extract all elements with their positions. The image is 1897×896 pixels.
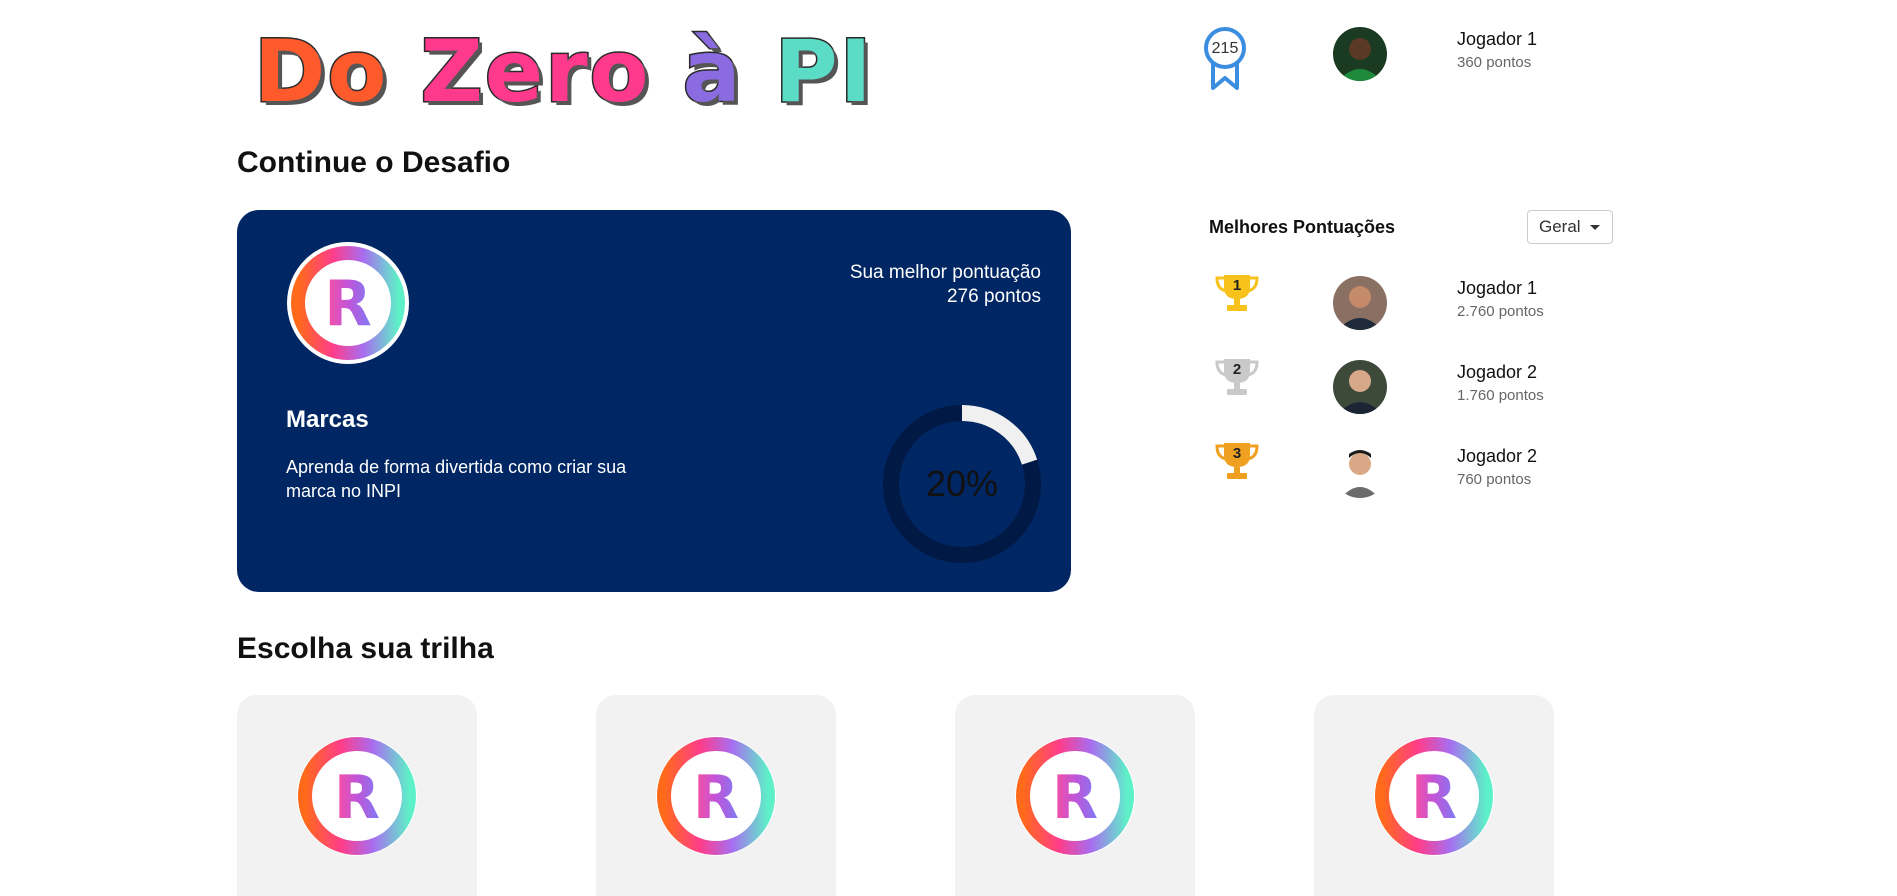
ranking-player-points: 1.760 pontos xyxy=(1457,387,1544,404)
ranking-player-name: Jogador 2 xyxy=(1457,362,1538,382)
best-score-label: Sua melhor pontuação xyxy=(849,262,1041,283)
continue-section-title: Continue o Desafio xyxy=(237,146,511,179)
registered-trademark-icon: R xyxy=(296,735,418,857)
logo-word-1: Do xyxy=(252,21,389,124)
trail-card[interactable]: R xyxy=(237,695,477,896)
level-number: 215 xyxy=(1211,40,1239,57)
svg-text:R: R xyxy=(693,763,739,833)
user-points: 360 pontos xyxy=(1457,54,1532,71)
ribbon-medal-icon: 215 xyxy=(1203,26,1247,90)
registered-trademark-icon: R xyxy=(285,240,411,366)
ranking-player-name: Jogador 2 xyxy=(1457,446,1538,466)
rank-position: 2 xyxy=(1232,361,1242,378)
avatar[interactable] xyxy=(1333,444,1387,498)
ranking-player-points: 2.760 pontos xyxy=(1457,303,1544,320)
ranking-filter-select[interactable]: Geral xyxy=(1527,210,1613,244)
registered-trademark-icon: R xyxy=(655,735,777,857)
logo-word-4: PI xyxy=(773,21,874,124)
trophy-icon: 2 xyxy=(1214,357,1260,397)
challenge-title: Marcas xyxy=(286,406,369,433)
ranking-player-points: 760 pontos xyxy=(1457,471,1532,488)
registered-trademark-icon: R xyxy=(1014,735,1136,857)
app-logo[interactable]: Do Zero à PI xyxy=(252,21,873,124)
trail-card[interactable]: R xyxy=(1314,695,1554,896)
trail-card[interactable]: R xyxy=(596,695,836,896)
trails-section-title: Escolha sua trilha xyxy=(237,632,494,665)
trail-card[interactable]: R xyxy=(955,695,1195,896)
user-name: Jogador 1 xyxy=(1457,29,1538,49)
trophy-icon: 1 xyxy=(1214,273,1260,313)
ranking-title: Melhores Pontuações xyxy=(1209,217,1396,237)
svg-text:R: R xyxy=(1411,763,1457,833)
rank-position: 3 xyxy=(1232,445,1242,462)
best-score-value: 276 pontos xyxy=(946,286,1041,307)
challenge-card[interactable]: R Sua melhor pontuação 276 pontos Marcas… xyxy=(237,210,1071,592)
avatar[interactable] xyxy=(1333,360,1387,414)
progress-ring: 20% xyxy=(880,402,1044,566)
logo-word-3: à xyxy=(681,21,743,124)
progress-label: 20% xyxy=(925,463,999,504)
registered-trademark-icon: R xyxy=(1373,735,1495,857)
rank-position: 1 xyxy=(1232,277,1242,294)
avatar[interactable] xyxy=(1333,27,1387,81)
svg-text:R: R xyxy=(324,267,372,340)
logo-word-2: Zero xyxy=(419,21,651,124)
svg-text:R: R xyxy=(334,763,380,833)
avatar[interactable] xyxy=(1333,276,1387,330)
ranking-filter-value: Geral xyxy=(1539,217,1581,236)
challenge-description: Aprenda de forma divertida como criar su… xyxy=(286,457,627,501)
caret-down-icon xyxy=(1590,225,1600,230)
svg-text:R: R xyxy=(1052,763,1098,833)
trophy-icon: 3 xyxy=(1214,441,1260,481)
ranking-player-name: Jogador 1 xyxy=(1457,278,1538,298)
